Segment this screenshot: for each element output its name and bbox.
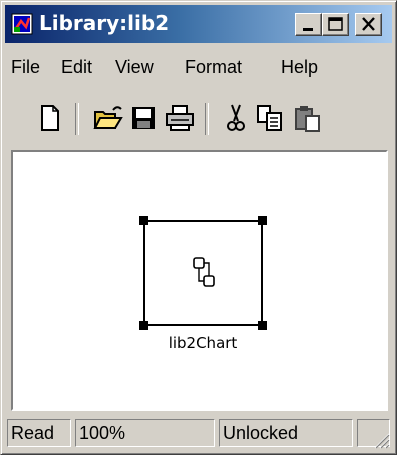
minimize-button[interactable] (295, 13, 322, 36)
library-window: Library:lib2 File Edit View Format Help (0, 0, 397, 455)
cut-icon (227, 104, 245, 131)
minimize-icon (303, 28, 313, 31)
close-icon (362, 17, 375, 31)
print-icon (166, 105, 194, 131)
copy-button[interactable] (253, 101, 287, 135)
menu-bar: File Edit View Format Help (5, 48, 392, 88)
menu-file[interactable]: File (11, 57, 40, 78)
cut-button[interactable] (219, 101, 253, 135)
copy-icon (257, 105, 282, 131)
selection-handle[interactable] (139, 321, 148, 330)
save-icon (132, 107, 155, 129)
selection-handle[interactable] (258, 321, 267, 330)
toolbar-separator (205, 103, 209, 135)
selection-handle[interactable] (258, 216, 267, 225)
title-bar[interactable]: Library:lib2 (5, 5, 392, 43)
chart-block[interactable] (143, 220, 263, 326)
open-folder-icon (93, 106, 123, 129)
simulink-library-icon (11, 13, 33, 35)
new-document-icon (41, 105, 59, 131)
menu-view[interactable]: View (115, 57, 154, 78)
print-button[interactable] (163, 101, 197, 135)
toolbar-separator (75, 103, 79, 135)
status-bar: Read 100% Unlocked (5, 415, 392, 451)
status-mode: Read (7, 419, 71, 447)
maximize-icon (328, 17, 343, 31)
block-name[interactable]: lib2Chart (143, 334, 263, 352)
menu-help[interactable]: Help (281, 57, 318, 78)
paste-icon (295, 106, 320, 132)
status-zoom: 100% (75, 419, 215, 447)
window-title: Library:lib2 (39, 11, 170, 35)
paste-button[interactable] (291, 101, 325, 135)
model-canvas[interactable]: lib2Chart (11, 150, 388, 411)
menu-edit[interactable]: Edit (61, 57, 92, 78)
toolbar (5, 93, 392, 149)
new-button[interactable] (33, 101, 67, 135)
selection-handle[interactable] (139, 216, 148, 225)
status-lock: Unlocked (219, 419, 353, 447)
menu-format[interactable]: Format (185, 57, 242, 78)
maximize-button[interactable] (322, 13, 349, 36)
resize-grip-icon[interactable] (370, 429, 390, 449)
open-button[interactable] (91, 101, 125, 135)
save-button[interactable] (127, 101, 161, 135)
stateflow-chart-icon (193, 257, 215, 287)
close-button[interactable] (355, 13, 382, 36)
